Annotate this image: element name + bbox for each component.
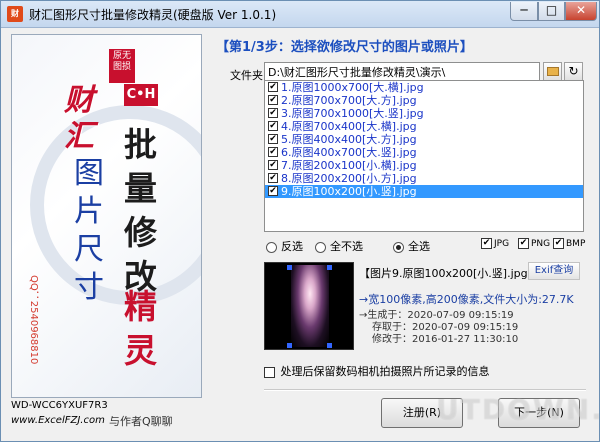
step-title: 【第1/3步：选择欲修改尺寸的图片或照片】 (216, 40, 473, 55)
checkbox-icon[interactable]: ✔ (268, 82, 278, 92)
format-jpg-checkbox[interactable]: ✔ JPG (481, 238, 509, 249)
browse-folder-button[interactable] (543, 62, 562, 81)
file-name: 6.原图400x700[大.竖].jpg (281, 146, 417, 159)
refresh-icon: ↻ (568, 64, 579, 78)
radio-icon[interactable] (393, 241, 404, 253)
radio-icon[interactable] (266, 241, 277, 253)
format-png-checkbox[interactable]: ✔ PNG (518, 238, 550, 249)
file-name: 1.原图1000x700[大.横].jpg (281, 81, 424, 94)
checkbox-icon[interactable]: ✔ (268, 134, 278, 144)
invert-selection-radio[interactable]: 反选 (266, 238, 303, 254)
file-name: 5.原图400x400[大.方].jpg (281, 133, 417, 146)
divider (264, 389, 586, 391)
checkbox-label: JPG (494, 239, 510, 249)
folder-icon (547, 67, 559, 76)
checkbox-icon[interactable]: ✔ (268, 160, 278, 170)
file-list-item[interactable]: ✔ 7.原图200x100[小.横].jpg (265, 159, 583, 172)
modified-time: 修改于：2016-01-27 11:30:10 (372, 334, 519, 345)
title-bar: 财 财汇图形尺寸批量修改精灵(硬盘版 Ver 1.0.1) ─ □ ✕ (1, 1, 599, 28)
close-button[interactable]: ✕ (565, 2, 597, 21)
file-name: 4.原图700x400[大.横].jpg (281, 120, 417, 133)
promo-banner: 原无图损 C•H 财汇 图片尺寸 批量修改 精灵 QQ：2540968810 (11, 34, 202, 398)
radio-label: 全选 (408, 240, 430, 253)
file-name: 3.原图700x1000[大.竖].jpg (281, 107, 424, 120)
file-name: 7.原图200x100[小.横].jpg (281, 159, 417, 172)
select-none-radio[interactable]: 全不选 (315, 238, 363, 254)
file-list-item[interactable]: ✔ 2.原图700x700[大.方].jpg (265, 94, 583, 107)
window-title: 财汇图形尺寸批量修改精灵(硬盘版 Ver 1.0.1) (29, 8, 277, 22)
format-bmp-checkbox[interactable]: ✔ BMP (553, 238, 585, 249)
file-name: 2.原图700x700[大.方].jpg (281, 94, 417, 107)
preview-size-info: →宽100像素,高200像素,文件大小为:27.7K (359, 293, 574, 306)
app-icon: 财 (7, 6, 23, 22)
banner-qq-text: QQ：2540968810 (28, 275, 39, 365)
select-all-radio[interactable]: 全选 (393, 238, 430, 254)
machine-code: WD-WCC6YXUF7R3 (11, 400, 108, 411)
keep-exif-checkbox[interactable]: 处理后保留数码相机拍摄照片所记录的信息 (264, 363, 490, 379)
checkbox-label: 处理后保留数码相机拍摄照片所记录的信息 (280, 365, 490, 378)
checkbox-icon[interactable]: ✔ (518, 238, 529, 249)
checkbox-label: PNG (531, 239, 551, 249)
website-link[interactable]: www.ExcelFZJ.com (11, 415, 105, 426)
file-list-item-selected[interactable]: ✔ 9.原图100x200[小.竖].jpg (265, 185, 583, 198)
crop-handle-icon (327, 343, 332, 348)
banner-headline-text: 批量修改 (124, 125, 157, 296)
banner-stamp: 原无图损 (109, 49, 135, 83)
site-watermark: UTDOWN.COM (436, 393, 600, 426)
file-list-item[interactable]: ✔ 8.原图200x200[小.方].jpg (265, 172, 583, 185)
file-name: 9.原图100x200[小.竖].jpg (281, 185, 417, 198)
banner-circle-decoration (30, 105, 201, 305)
file-list-item[interactable]: ✔ 5.原图400x400[大.方].jpg (265, 133, 583, 146)
folder-label: 文件夹 (230, 69, 263, 82)
file-list-item[interactable]: ✔ 6.原图400x700[大.竖].jpg (265, 146, 583, 159)
exif-query-button[interactable]: Exif查询 (528, 262, 580, 280)
folder-path-input[interactable] (264, 62, 540, 81)
radio-icon[interactable] (315, 241, 326, 253)
checkbox-icon[interactable]: ✔ (268, 173, 278, 183)
minimize-button[interactable]: ─ (510, 2, 538, 21)
main-window: 财 财汇图形尺寸批量修改精灵(硬盘版 Ver 1.0.1) ─ □ ✕ 原无图损… (0, 0, 600, 442)
checkbox-icon[interactable]: ✔ (481, 238, 492, 249)
checkbox-icon[interactable]: ✔ (268, 108, 278, 118)
refresh-button[interactable]: ↻ (564, 62, 583, 81)
radio-label: 反选 (281, 240, 303, 253)
banner-headline-red-text: 精灵 (124, 287, 157, 370)
checkbox-icon[interactable]: ✔ (268, 186, 278, 196)
radio-label: 全不选 (330, 240, 363, 253)
checkbox-icon[interactable]: ✔ (268, 95, 278, 105)
file-list-item[interactable]: ✔ 1.原图1000x700[大.横].jpg (265, 81, 583, 94)
checkbox-icon[interactable]: ✔ (553, 238, 564, 249)
checkbox-label: BMP (566, 239, 586, 249)
crop-handle-icon (287, 265, 292, 270)
preview-file-title: 【图片9.原图100x200[小.竖].jpg】 (359, 267, 539, 280)
maximize-button[interactable]: □ (538, 2, 565, 21)
checkbox-icon[interactable]: ✔ (268, 147, 278, 157)
crop-handle-icon (327, 265, 332, 270)
file-list[interactable]: ✔ 1.原图1000x700[大.横].jpg ✔ 2.原图700x700[大.方]… (264, 80, 584, 232)
image-preview (264, 262, 354, 350)
preview-image (291, 265, 329, 347)
banner-logo: C•H (124, 84, 158, 106)
banner-subtitle-text: 图片尺寸 (74, 156, 104, 305)
checkbox-icon[interactable] (264, 366, 275, 378)
crop-handle-icon (287, 343, 292, 348)
checkbox-icon[interactable]: ✔ (268, 121, 278, 131)
file-list-item[interactable]: ✔ 4.原图700x400[大.横].jpg (265, 120, 583, 133)
file-name: 8.原图200x200[小.方].jpg (281, 172, 417, 185)
banner-brand-text: 财汇 (64, 83, 94, 154)
file-list-item[interactable]: ✔ 3.原图700x1000[大.竖].jpg (265, 107, 583, 120)
chat-author-link[interactable]: 与作者Q聊聊 (109, 413, 173, 429)
